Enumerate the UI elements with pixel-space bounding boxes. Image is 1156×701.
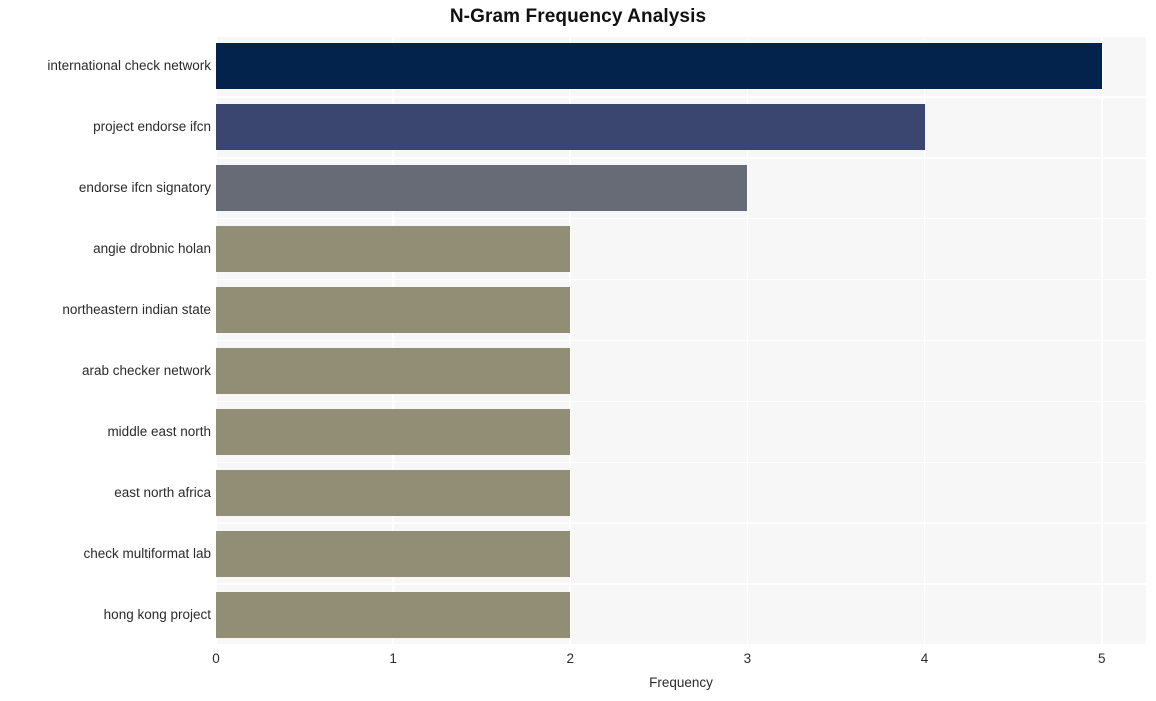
y-gridline xyxy=(216,278,1146,281)
y-gridline xyxy=(216,400,1146,403)
chart-title: N-Gram Frequency Analysis xyxy=(449,6,707,27)
bar xyxy=(216,347,571,394)
bar xyxy=(216,469,571,516)
y-tick-label: northeastern indian state xyxy=(62,302,211,318)
bar xyxy=(216,43,1102,90)
x-axis-label: Frequency xyxy=(649,675,713,690)
plot-area xyxy=(216,36,1146,645)
chart-figure: N-Gram Frequency Analysis international … xyxy=(0,0,1156,701)
y-tick-label: international check network xyxy=(47,58,211,74)
bar xyxy=(216,591,571,638)
y-tick-label: hong kong project xyxy=(103,606,211,622)
bar xyxy=(216,165,748,212)
x-tick-label: 2 xyxy=(566,651,575,666)
y-tick-label: arab checker network xyxy=(81,362,211,378)
y-gridline xyxy=(216,461,1146,464)
y-gridline xyxy=(216,583,1146,585)
x-tick-label: 4 xyxy=(920,651,929,666)
y-gridline xyxy=(216,217,1146,220)
y-gridline xyxy=(216,36,1146,37)
bar xyxy=(216,530,571,577)
y-gridline xyxy=(216,157,1146,159)
bar xyxy=(216,287,571,334)
y-tick-label: check multiformat lab xyxy=(83,545,211,561)
bar xyxy=(216,226,571,273)
y-gridline xyxy=(216,96,1146,98)
x-tick-label: 3 xyxy=(743,651,752,666)
bar xyxy=(216,408,571,455)
x-tick-label: 0 xyxy=(212,651,220,666)
y-tick-label: east north africa xyxy=(114,484,211,500)
x-tick-label: 1 xyxy=(389,651,397,666)
y-tick-label: angie drobnic holan xyxy=(93,241,211,257)
y-tick-label: project endorse ifcn xyxy=(93,119,211,135)
y-tick-label: middle east north xyxy=(107,423,211,439)
y-gridline xyxy=(216,644,1146,645)
x-tick-label: 5 xyxy=(1097,651,1106,666)
y-gridline xyxy=(216,522,1146,524)
bar xyxy=(216,104,925,151)
y-gridline xyxy=(216,339,1146,342)
y-tick-label: endorse ifcn signatory xyxy=(78,180,211,196)
